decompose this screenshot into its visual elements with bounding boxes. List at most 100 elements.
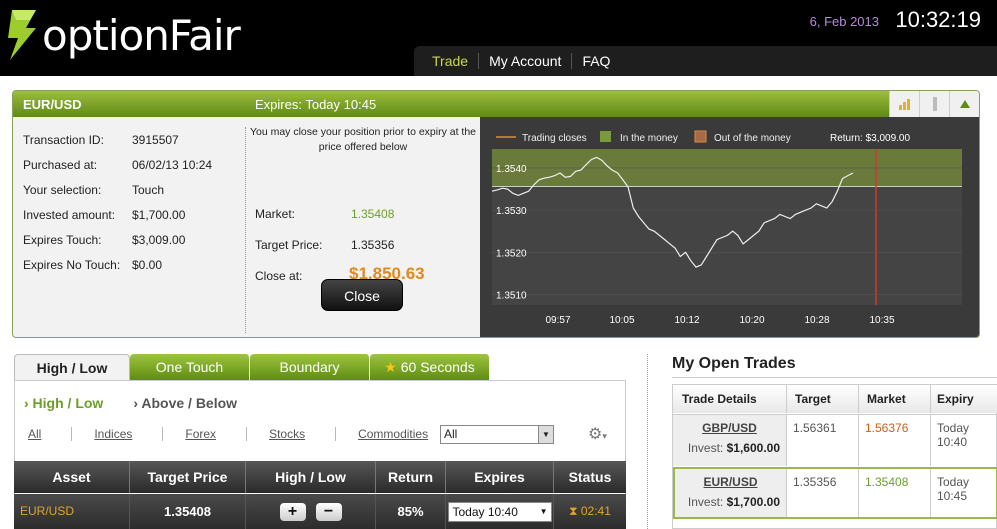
price-chart: Trading closes In the money Out of the m… bbox=[480, 117, 979, 337]
chart-return: Return: $3,009.00 bbox=[830, 133, 910, 144]
high-button[interactable]: + bbox=[279, 502, 306, 521]
filter-indices[interactable]: Indices bbox=[94, 427, 132, 441]
detail-label: Your selection: bbox=[23, 182, 102, 197]
x-tick-label: 10:12 bbox=[674, 315, 699, 326]
tab-one-touch[interactable]: One Touch bbox=[130, 354, 250, 380]
logo[interactable]: optionFair bbox=[6, 8, 241, 62]
logo-text: optionFair bbox=[42, 10, 241, 60]
detail-label: Expires Touch: bbox=[23, 232, 102, 247]
asset-table-header: Asset Target Price High / Low Return Exp… bbox=[14, 461, 626, 493]
tab-boundary[interactable]: Boundary bbox=[250, 354, 370, 380]
x-ticks: 09:57 10:05 10:12 10:20 10:28 10:35 bbox=[545, 315, 894, 326]
detail-value: $0.00 bbox=[132, 257, 163, 272]
ot-trade-details: GBP/USD Invest: $1,600.00 bbox=[673, 415, 787, 466]
hourglass-icon: ⧗ bbox=[569, 504, 578, 518]
detail-label: Purchased at: bbox=[23, 157, 98, 172]
col-high-low: High / Low bbox=[246, 461, 376, 493]
divider bbox=[246, 427, 248, 441]
panel-pair: EUR/USD bbox=[23, 97, 82, 112]
col-expires: Expires bbox=[446, 461, 554, 493]
expires-select-value: Today 10:40 bbox=[452, 504, 518, 519]
open-trades-title: My Open Trades bbox=[672, 355, 796, 372]
divider bbox=[162, 427, 164, 441]
detail-value: Touch bbox=[132, 182, 165, 197]
row-asset[interactable]: EUR/USD bbox=[14, 494, 130, 529]
gear-icon[interactable]: ⚙▾ bbox=[588, 424, 607, 444]
filter-forex[interactable]: Forex bbox=[185, 427, 216, 441]
top-nav: Trade My Account FAQ bbox=[414, 46, 997, 76]
chevron-down-icon: ▼ bbox=[539, 506, 548, 516]
detail-row: Expires No Touch: $0.00 bbox=[23, 252, 245, 277]
filter-stocks[interactable]: Stocks bbox=[269, 427, 305, 441]
col-asset: Asset bbox=[14, 461, 130, 493]
open-trade-row[interactable]: GBP/USD Invest: $1,600.00 1.56361 1.5637… bbox=[673, 414, 997, 466]
divider bbox=[647, 354, 648, 529]
detail-row: Invested amount: $1,700.00 bbox=[23, 202, 245, 227]
ot-target: 1.35356 bbox=[787, 469, 859, 517]
ot-trade-details: EUR/USD Invest: $1,700.00 bbox=[675, 469, 787, 517]
details-icon[interactable] bbox=[919, 91, 949, 117]
x-tick-label: 10:05 bbox=[609, 315, 634, 326]
detail-row: Expires Touch: $3,009.00 bbox=[23, 227, 245, 252]
detail-value: $1,700.00 bbox=[132, 207, 186, 222]
ot-invest-label: Invest: bbox=[687, 495, 724, 509]
chevron-down-icon[interactable]: ▼ bbox=[538, 426, 553, 443]
row-target: 1.35408 bbox=[130, 494, 246, 529]
asset-filters: All Indices Forex Stocks Commodities bbox=[28, 427, 458, 441]
detail-row: Your selection: Touch bbox=[23, 177, 245, 202]
open-trades-table: Trade Details Target Market Expiry GBP/U… bbox=[672, 384, 997, 529]
legend-trading-closes: Trading closes bbox=[522, 133, 587, 144]
trade-type-tabs: High / Low One Touch Boundary ★ 60 Secon… bbox=[14, 354, 490, 380]
nav-my-account[interactable]: My Account bbox=[479, 53, 573, 69]
divider bbox=[672, 377, 997, 378]
ot-expiry-time: 10:40 bbox=[937, 435, 968, 449]
row-return: 85% bbox=[376, 494, 446, 529]
asset-select[interactable]: All ▼ bbox=[440, 425, 554, 444]
ot-market: 1.56376 bbox=[859, 415, 931, 466]
transaction-details: Transaction ID: 3915507 Purchased at: 06/0… bbox=[13, 117, 245, 337]
ot-expiry-day: Today bbox=[937, 475, 970, 489]
open-trade-row[interactable]: EUR/USD Invest: $1,700.00 1.35356 1.3540… bbox=[673, 467, 997, 519]
close-button[interactable]: Close bbox=[321, 279, 403, 311]
legend-out-money: Out of the money bbox=[714, 133, 791, 144]
tab-high-low[interactable]: High / Low bbox=[14, 354, 130, 380]
subnav-high-low[interactable]: › High / Low bbox=[24, 395, 103, 411]
y-tick-label: 1.3530 bbox=[496, 206, 527, 217]
bar-chart-icon[interactable] bbox=[889, 91, 919, 117]
ot-pair-link[interactable]: EUR/USD bbox=[681, 475, 780, 489]
expires-select[interactable]: Today 10:40 ▼ bbox=[447, 501, 552, 522]
col-status: Status bbox=[568, 469, 612, 485]
row-status-cell: ⧗ 02:41 bbox=[554, 494, 626, 529]
sub-nav: › High / Low › Above / Below bbox=[24, 395, 237, 411]
detail-value: 06/02/13 10:24 bbox=[132, 157, 213, 172]
collapse-arrow-icon[interactable] bbox=[949, 91, 979, 117]
row-expires-cell: Today 10:40 ▼ bbox=[446, 494, 554, 529]
filter-all[interactable]: All bbox=[28, 427, 41, 441]
ot-col-expiry: Expiry bbox=[931, 385, 997, 413]
nav-trade[interactable]: Trade bbox=[422, 53, 480, 69]
market-label: Market: bbox=[255, 207, 296, 221]
nav-faq[interactable]: FAQ bbox=[572, 53, 620, 69]
panel-header: EUR/USD Expires: Today 10:45 bbox=[13, 91, 979, 117]
panel-expires: Expires: Today 10:45 bbox=[255, 97, 377, 112]
subnav-above-below[interactable]: › Above / Below bbox=[133, 395, 237, 411]
low-button[interactable]: − bbox=[315, 502, 342, 521]
divider bbox=[335, 427, 337, 441]
x-tick-label: 10:20 bbox=[739, 315, 764, 326]
ot-target: 1.56361 bbox=[787, 415, 859, 466]
detail-value: 3915507 bbox=[132, 132, 179, 147]
ot-pair-link[interactable]: GBP/USD bbox=[679, 421, 780, 435]
detail-row: Transaction ID: 3915507 bbox=[23, 127, 245, 152]
row-status: 02:41 bbox=[580, 504, 611, 518]
ot-col-trade-details: Trade Details bbox=[673, 385, 787, 413]
tab-60-seconds[interactable]: ★ 60 Seconds bbox=[370, 354, 490, 380]
close-at-label: Close at: bbox=[255, 269, 303, 283]
detail-label: Transaction ID: bbox=[23, 132, 104, 147]
ot-invest-label: Invest: bbox=[687, 441, 724, 455]
y-tick-label: 1.3520 bbox=[496, 248, 527, 259]
filter-commodities[interactable]: Commodities bbox=[358, 427, 428, 441]
table-row: EUR/USD 1.35408 + − 85% Today 10:40 ▼ ⧗ 02… bbox=[14, 494, 626, 529]
close-position-section: You may close your position prior to exp… bbox=[247, 117, 479, 337]
target-value: 1.35356 bbox=[351, 238, 395, 252]
y-tick-label: 1.3540 bbox=[496, 164, 527, 175]
